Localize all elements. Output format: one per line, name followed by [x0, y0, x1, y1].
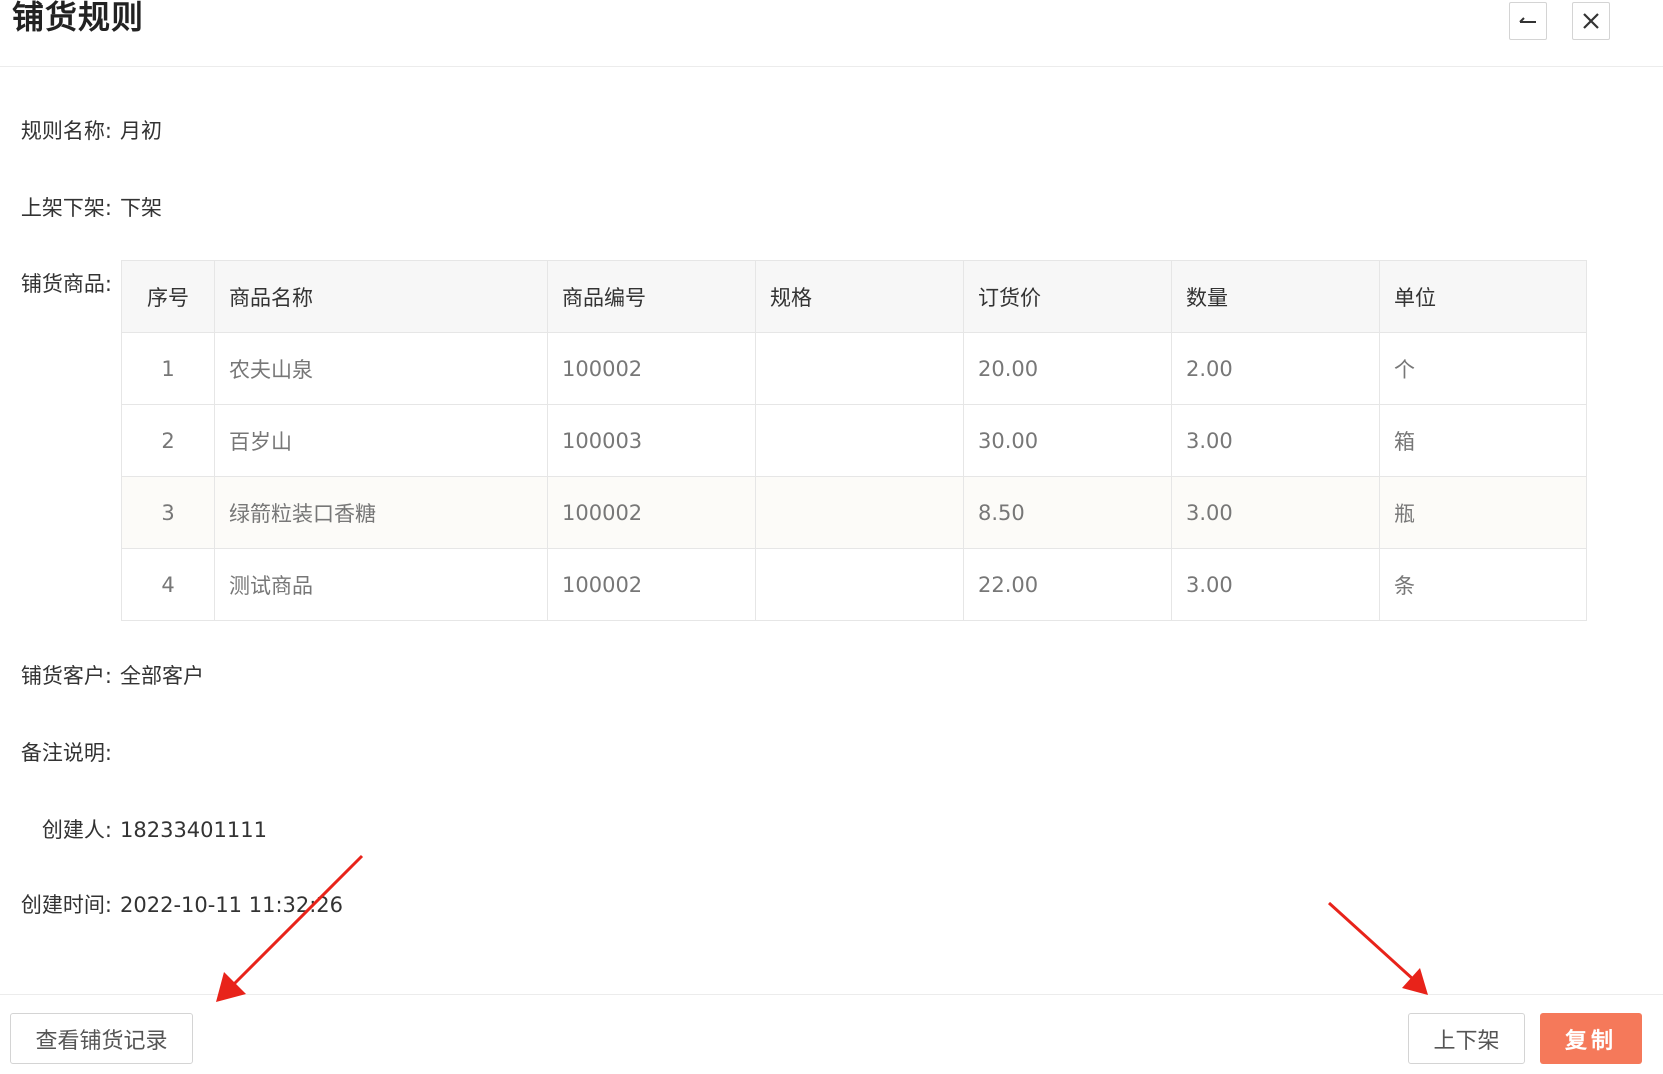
cell-unit: 瓶 — [1379, 476, 1587, 549]
cell-spec — [755, 548, 964, 621]
table-row: 2 百岁山 100003 30.00 3.00 箱 — [121, 404, 1587, 477]
column-header-unit: 单位 — [1379, 260, 1587, 333]
dialog-header: 铺货规则 — [0, 0, 1663, 67]
cell-name: 绿箭粒装口香糖 — [214, 476, 548, 549]
listing-status-field: 上架下架: 下架 — [0, 192, 162, 222]
cell-name: 农夫山泉 — [214, 332, 548, 405]
cell-price: 22.00 — [963, 548, 1172, 621]
cell-code: 100002 — [547, 476, 756, 549]
column-header-quantity: 数量 — [1171, 260, 1380, 333]
cell-quantity: 3.00 — [1171, 404, 1380, 477]
cell-spec — [755, 332, 964, 405]
rule-name-label: 规则名称: — [20, 119, 112, 143]
column-header-index: 序号 — [121, 260, 215, 333]
table-row: 3 绿箭粒装口香糖 100002 8.50 3.00 瓶 — [121, 476, 1587, 549]
annotation-arrow-right — [1327, 901, 1428, 995]
created-time-value: 2022-10-11 11:32:26 — [120, 893, 344, 917]
cell-unit: 条 — [1379, 548, 1587, 621]
cell-quantity: 3.00 — [1171, 548, 1380, 621]
goods-label: 铺货商品: — [20, 272, 112, 296]
cell-unit: 个 — [1379, 332, 1587, 405]
listing-status-label: 上架下架: — [20, 196, 112, 220]
cell-price: 8.50 — [963, 476, 1172, 549]
toggle-listing-button[interactable]: 上下架 — [1408, 1013, 1525, 1064]
view-records-button[interactable]: 查看铺货记录 — [10, 1013, 193, 1064]
customers-value: 全部客户 — [120, 664, 204, 688]
close-button[interactable] — [1572, 2, 1610, 40]
cell-index: 3 — [121, 476, 215, 549]
cell-index: 2 — [121, 404, 215, 477]
column-header-price: 订货价 — [963, 260, 1172, 333]
creator-value: 18233401111 — [120, 818, 267, 842]
annotation-arrow-left — [216, 854, 364, 1002]
cell-price: 20.00 — [963, 332, 1172, 405]
goods-field: 铺货商品: — [0, 268, 112, 298]
cell-quantity: 2.00 — [1171, 332, 1380, 405]
cell-spec — [755, 404, 964, 477]
back-button[interactable] — [1509, 2, 1547, 40]
listing-status-value: 下架 — [120, 196, 162, 220]
rule-name-field: 规则名称: 月初 — [0, 115, 162, 145]
dialog-title: 铺货规则 — [12, 0, 145, 36]
cell-spec — [755, 476, 964, 549]
rule-name-value: 月初 — [120, 119, 162, 143]
cell-name: 百岁山 — [214, 404, 548, 477]
table-row: 4 测试商品 100002 22.00 3.00 条 — [121, 548, 1587, 621]
cell-index: 1 — [121, 332, 215, 405]
column-header-spec: 规格 — [755, 260, 964, 333]
goods-table: 序号 商品名称 商品编号 规格 订货价 数量 单位 1 农夫山泉 100002 … — [121, 260, 1587, 621]
table-row: 1 农夫山泉 100002 20.00 2.00 个 — [121, 332, 1587, 405]
customers-label: 铺货客户: — [20, 664, 112, 688]
cell-quantity: 3.00 — [1171, 476, 1380, 549]
cell-index: 4 — [121, 548, 215, 621]
remark-label: 备注说明: — [20, 741, 112, 765]
created-time-label: 创建时间: — [20, 893, 112, 917]
cell-code: 100003 — [547, 404, 756, 477]
creator-field: 创建人: 18233401111 — [0, 814, 267, 844]
cell-code: 100002 — [547, 548, 756, 621]
cell-price: 30.00 — [963, 404, 1172, 477]
table-header-row: 序号 商品名称 商品编号 规格 订货价 数量 单位 — [121, 260, 1587, 333]
remark-field: 备注说明: — [0, 737, 120, 767]
column-header-code: 商品编号 — [547, 260, 756, 333]
created-time-field: 创建时间: 2022-10-11 11:32:26 — [0, 889, 343, 919]
creator-label: 创建人: — [41, 818, 112, 842]
cell-name: 测试商品 — [214, 548, 548, 621]
customers-field: 铺货客户: 全部客户 — [0, 660, 204, 690]
cell-unit: 箱 — [1379, 404, 1587, 477]
arrow-left-icon — [1519, 17, 1536, 23]
close-icon — [1583, 13, 1599, 29]
column-header-name: 商品名称 — [214, 260, 548, 333]
copy-button[interactable]: 复制 — [1540, 1013, 1642, 1064]
cell-code: 100002 — [547, 332, 756, 405]
